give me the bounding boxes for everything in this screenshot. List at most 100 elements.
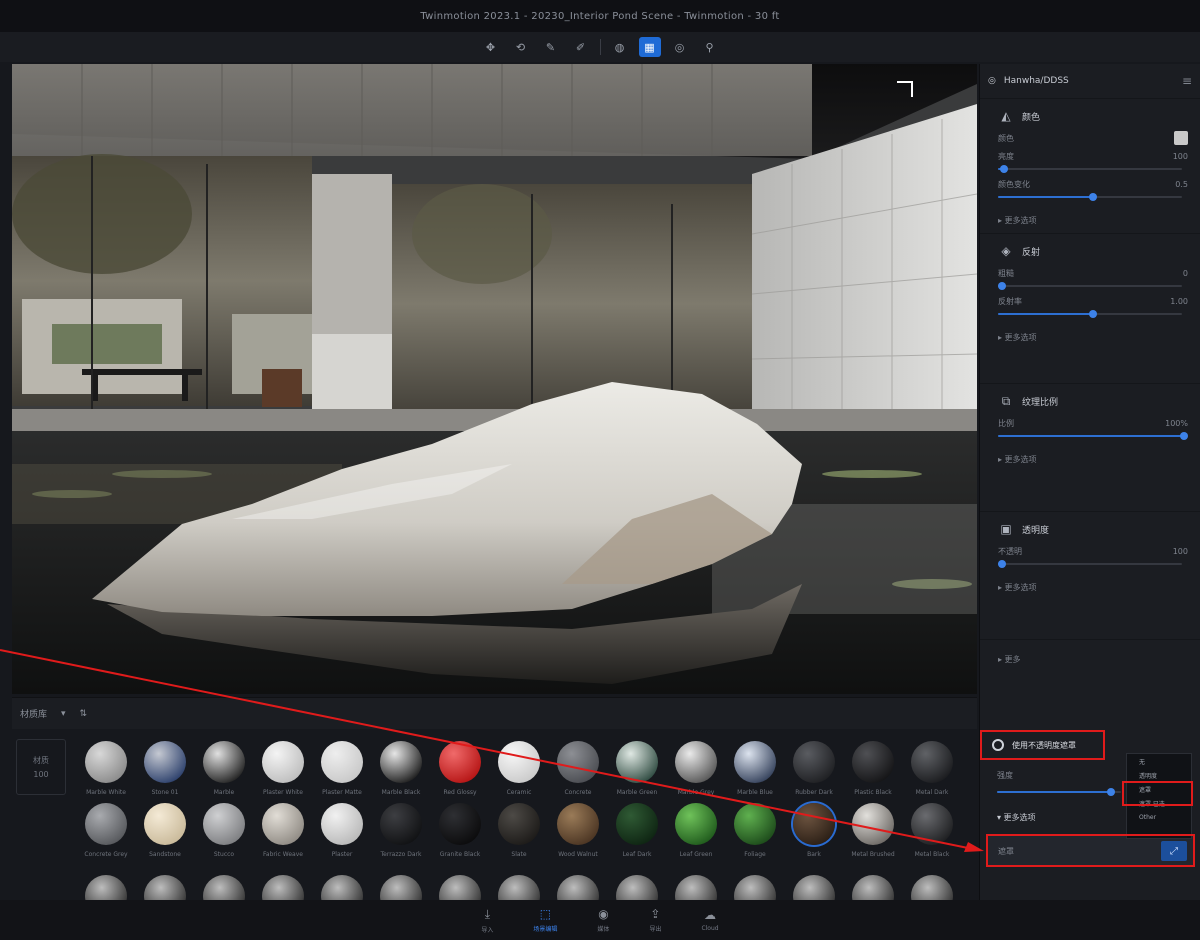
material-thumbnail[interactable]: Leaf Green — [668, 803, 724, 859]
material-thumbnail[interactable]: Marble — [196, 741, 252, 797]
material-thumbnail[interactable]: Marble Black — [373, 741, 429, 797]
more-section[interactable]: ▸ 更多 — [980, 639, 1200, 675]
sort-icon[interactable]: ⇅ — [80, 709, 88, 719]
library-category[interactable]: 材质 100 — [16, 739, 66, 795]
globe-icon[interactable]: ◍ — [609, 37, 631, 57]
mask-texture-field[interactable]: 遮罩 ⤢ — [988, 836, 1193, 866]
material-thumbnail[interactable]: Bark — [786, 803, 842, 859]
picker-tool-icon[interactable]: ✐ — [570, 37, 592, 57]
material-thumbnail[interactable]: Plaster Matte — [314, 741, 370, 797]
material-thumbnail[interactable]: Ceramic — [491, 741, 547, 797]
material-thumbnail[interactable] — [78, 875, 134, 900]
mask-dropdown-menu[interactable]: 无透明度 遮罩 遮罩 已选 Other — [1126, 753, 1192, 839]
more-options-toggle[interactable]: ▸ 更多选项 — [998, 332, 1188, 344]
nav-cloud[interactable]: ☁ Cloud — [701, 908, 718, 932]
material-thumbnail[interactable] — [196, 875, 252, 900]
material-thumbnail[interactable]: Sandstone — [137, 803, 193, 859]
material-thumbnail[interactable]: Red Glossy — [432, 741, 488, 797]
material-thumbnail[interactable]: Fabric Weave — [255, 803, 311, 859]
perspective-icon[interactable]: ▦ — [638, 37, 661, 57]
nav-media[interactable]: ◉ 媒体 — [597, 907, 609, 933]
material-thumbnail[interactable]: Concrete — [550, 741, 606, 797]
material-thumbnail[interactable] — [668, 875, 724, 900]
material-thumbnail[interactable]: Concrete Grey — [78, 803, 134, 859]
material-thumbnail[interactable] — [491, 875, 547, 900]
material-thumbnail[interactable] — [845, 875, 901, 900]
3d-viewport[interactable] — [12, 64, 977, 694]
property-value[interactable]: 0 — [1183, 269, 1188, 278]
material-thumbnail[interactable]: Foliage — [727, 803, 783, 859]
camera-icon[interactable]: ◎ — [669, 37, 691, 57]
dropdown-option[interactable]: 遮罩 — [1127, 782, 1191, 796]
material-thumbnail[interactable]: Marble Blue — [727, 741, 783, 797]
material-thumbnail[interactable] — [786, 875, 842, 900]
property-value[interactable]: 100 — [1173, 152, 1188, 161]
move-tool-icon[interactable]: ✥ — [480, 37, 502, 57]
dropdown-option[interactable]: 无 — [1127, 754, 1191, 768]
more-options-toggle[interactable]: ▸ 更多选项 — [998, 454, 1188, 466]
property-value[interactable]: 1.00 — [1170, 297, 1188, 306]
material-thumbnail[interactable] — [255, 875, 311, 900]
material-thumbnail[interactable]: Plaster White — [255, 741, 311, 797]
section-title[interactable]: ◭ 颜色 — [998, 105, 1188, 127]
material-thumbnail[interactable]: Slate — [491, 803, 547, 859]
more-options-toggle[interactable]: ▸ 更多选项 — [998, 582, 1188, 594]
dropdown-option[interactable]: Other — [1127, 810, 1191, 824]
section-title[interactable]: ▣ 透明度 — [998, 518, 1188, 540]
color-swatch[interactable] — [1174, 131, 1188, 145]
material-thumbnail[interactable] — [550, 875, 606, 900]
material-thumbnail[interactable]: Marble White — [78, 741, 134, 797]
material-thumbnail[interactable] — [137, 875, 193, 900]
section-title-label: 颜色 — [1022, 112, 1041, 123]
property-slider[interactable] — [997, 282, 1188, 290]
section-title[interactable]: ⧉ 纹理比例 — [998, 390, 1188, 412]
dropdown-option[interactable]: 透明度 — [1127, 768, 1191, 782]
paint-tool-icon[interactable]: ✎ — [540, 37, 562, 57]
section-title[interactable]: ◈ 反射 — [998, 240, 1188, 262]
mask-strength-slider[interactable] — [997, 788, 1127, 796]
mask-expand[interactable]: ▾ 更多选项 — [997, 812, 1036, 823]
material-thumbnail[interactable] — [432, 875, 488, 900]
nav-label: 媒体 — [597, 926, 610, 933]
rotate-tool-icon[interactable]: ⟲ — [510, 37, 532, 57]
material-thumbnail[interactable]: Stone 01 — [137, 741, 193, 797]
material-thumbnail[interactable]: Metal Dark — [904, 741, 960, 797]
material-thumbnail[interactable]: Granite Black — [432, 803, 488, 859]
property-slider[interactable] — [998, 193, 1188, 201]
property-value[interactable]: 0.5 — [1175, 180, 1188, 189]
material-thumbnail[interactable]: Plastic Black — [845, 741, 901, 797]
opacity-mask-toggle[interactable]: 使用不透明度遮罩 — [984, 732, 1104, 758]
property-slider[interactable] — [997, 560, 1188, 568]
nav-edit[interactable]: ⬚ 场景编辑 — [533, 907, 557, 933]
material-thumbnail[interactable] — [904, 875, 960, 900]
nav-export[interactable]: ⇪ 导出 — [649, 907, 661, 933]
material-thumbnail[interactable]: Plaster — [314, 803, 370, 859]
material-thumbnail[interactable]: Marble Green — [609, 741, 665, 797]
walk-icon[interactable]: ⚲ — [699, 37, 721, 57]
material-thumbnail[interactable] — [314, 875, 370, 900]
panel-menu-icon[interactable]: ≡ — [1182, 74, 1192, 88]
more-expand[interactable]: ▸ 更多 — [998, 654, 1188, 666]
property-slider[interactable] — [998, 432, 1189, 440]
material-thumbnail[interactable] — [373, 875, 429, 900]
material-thumbnail[interactable]: Terrazzo Dark — [373, 803, 429, 859]
scene-render[interactable] — [12, 64, 977, 694]
material-thumbnail[interactable] — [727, 875, 783, 900]
material-thumbnail[interactable]: Rubber Dark — [786, 741, 842, 797]
property-value[interactable]: 100% — [1165, 419, 1188, 428]
mask-texture-button[interactable]: ⤢ — [1161, 841, 1187, 861]
property-slider[interactable] — [998, 310, 1188, 318]
property-slider[interactable] — [998, 165, 1188, 173]
material-thumbnail[interactable]: Stucco — [196, 803, 252, 859]
material-thumbnail[interactable]: Metal Black — [904, 803, 960, 859]
material-thumbnail[interactable]: Metal Brushed — [845, 803, 901, 859]
material-thumbnail[interactable]: Marble Grey — [668, 741, 724, 797]
material-thumbnail[interactable] — [609, 875, 665, 900]
material-thumbnail[interactable]: Wood Walnut — [550, 803, 606, 859]
property-value[interactable]: 100 — [1173, 547, 1188, 556]
dropdown-option[interactable]: 遮罩 已选 — [1127, 796, 1191, 810]
filter-icon[interactable]: ▾ — [61, 709, 66, 719]
nav-import[interactable]: ⤓ 导入 — [481, 907, 493, 934]
material-thumbnail[interactable]: Leaf Dark — [609, 803, 665, 859]
more-options-toggle[interactable]: ▸ 更多选项 — [998, 215, 1188, 227]
